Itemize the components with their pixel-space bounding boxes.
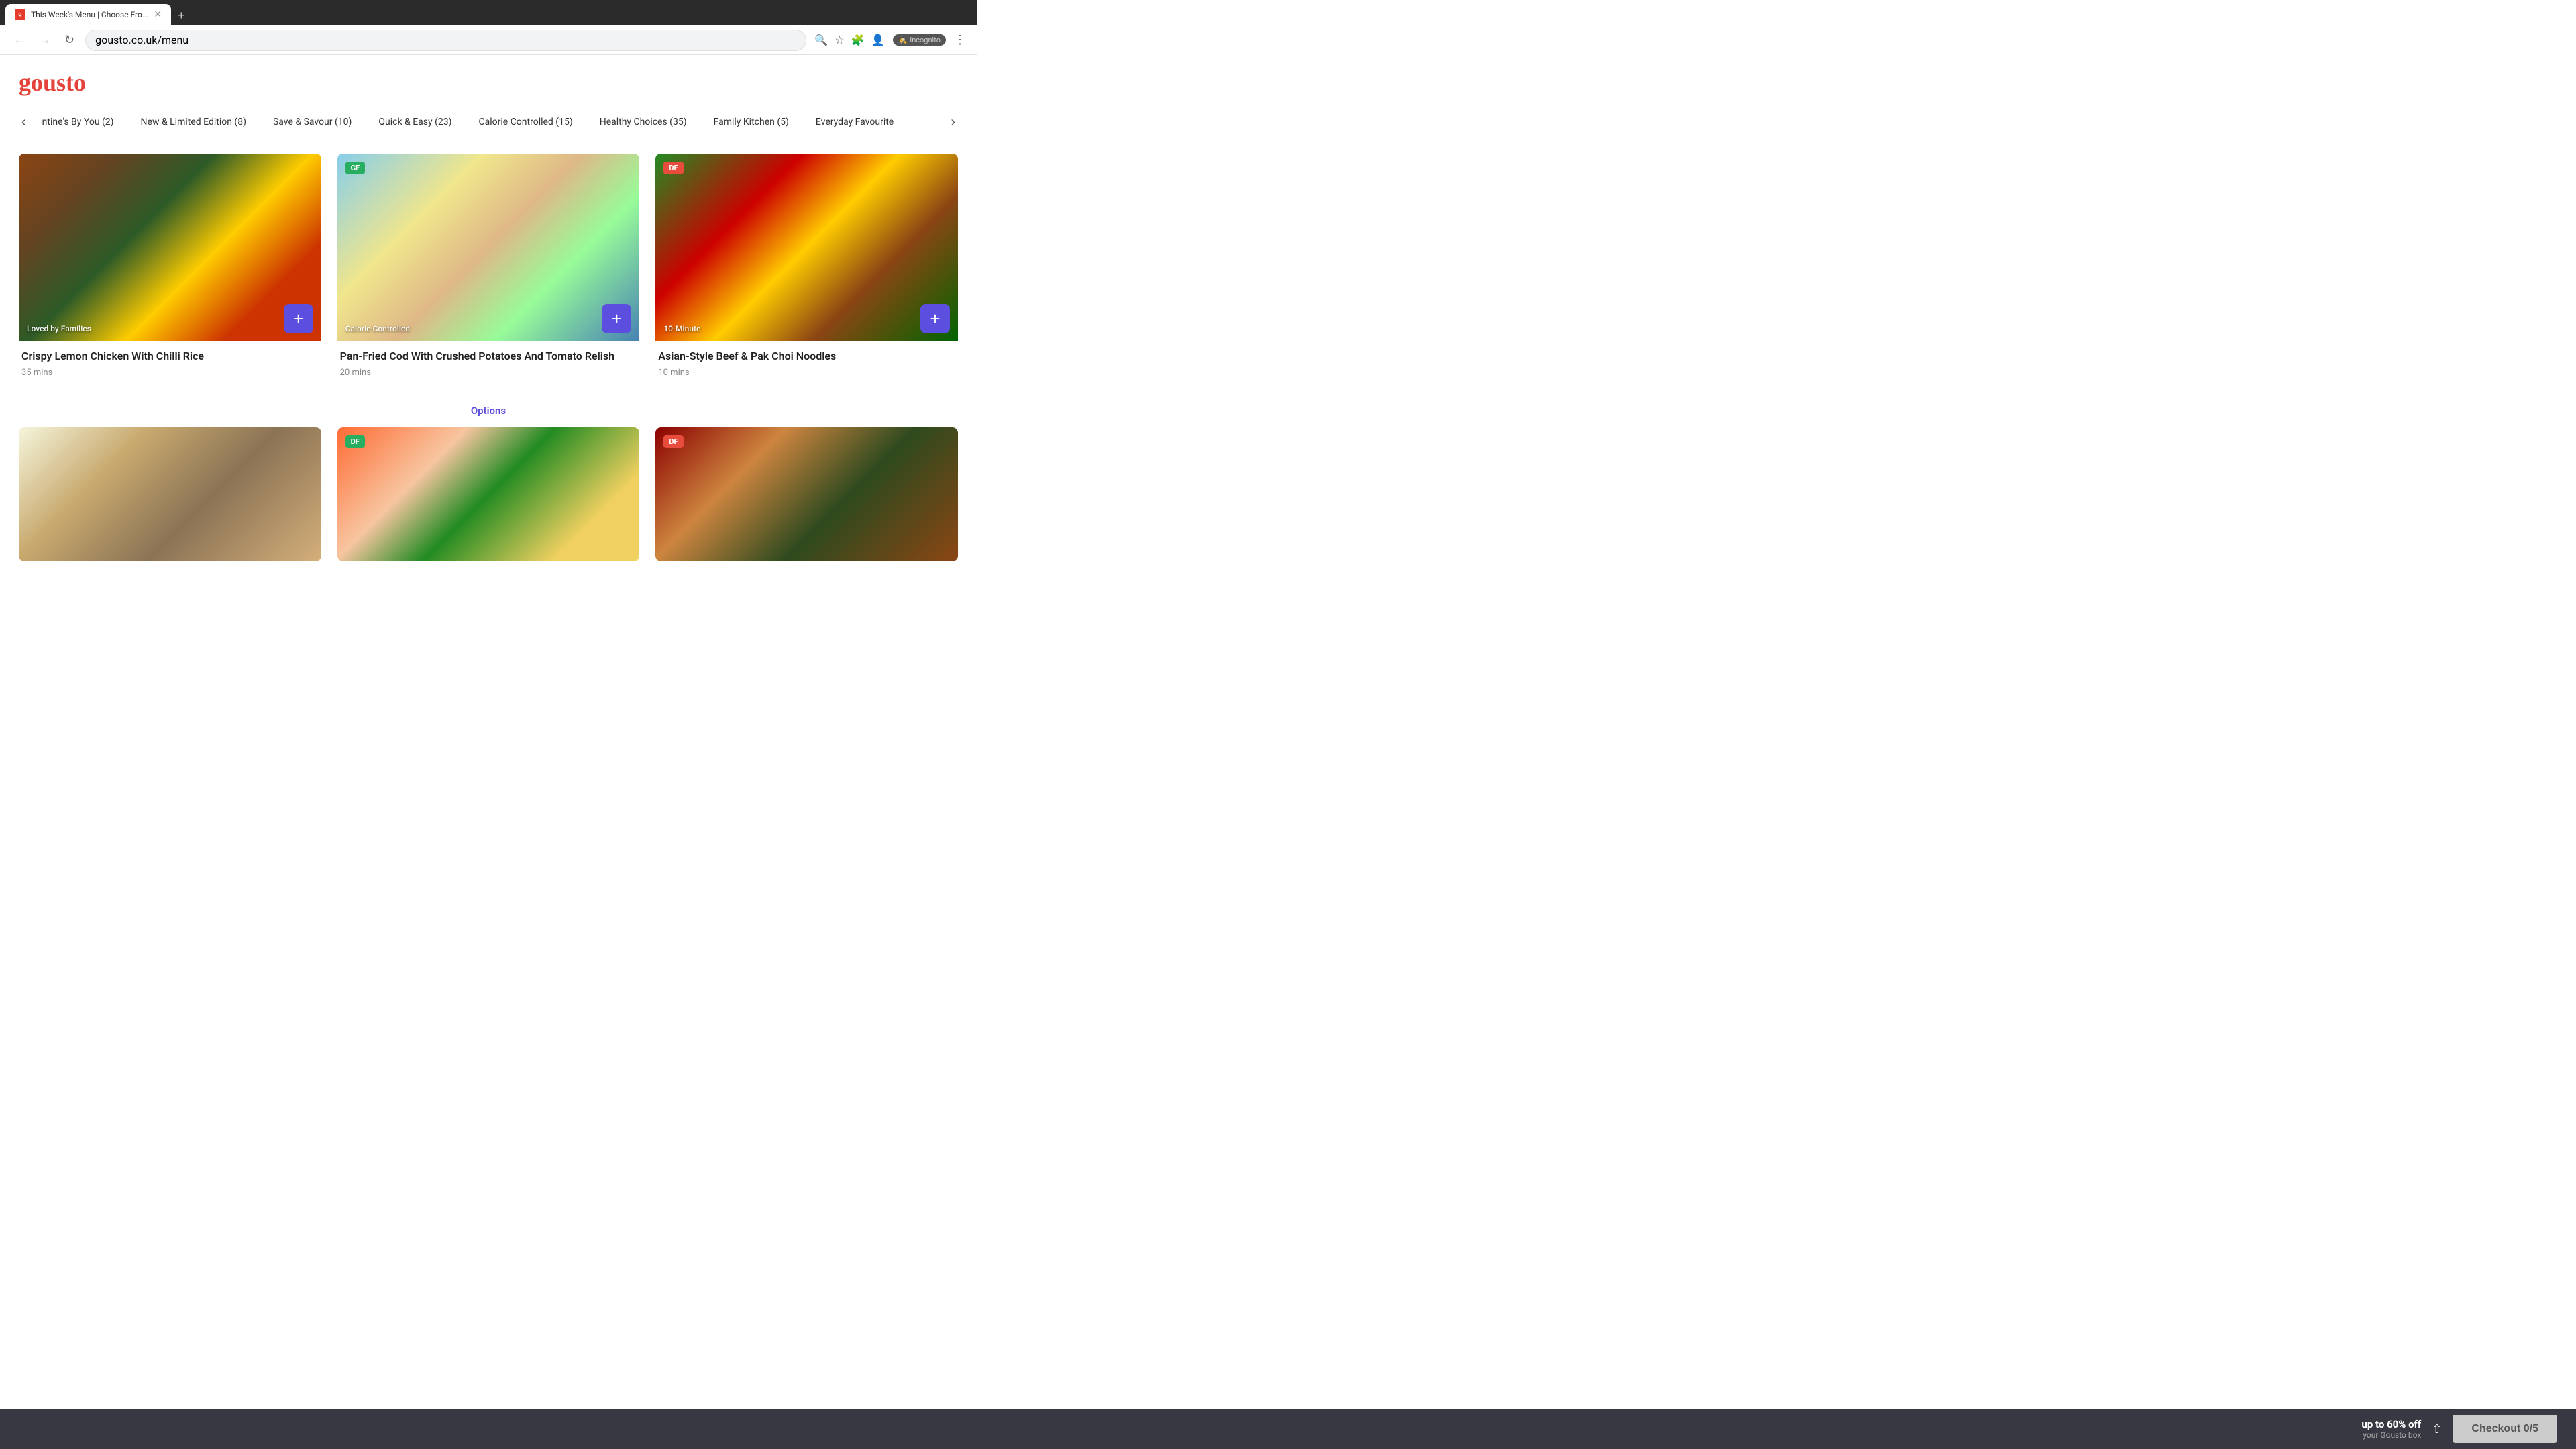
badge-df-5: DF [345, 435, 365, 448]
badge-gf-2: GF [345, 162, 366, 174]
logo[interactable]: gousto [19, 68, 958, 97]
tab-bar: g This Week's Menu | Choose Fro... ✕ + [0, 0, 977, 25]
bottom-card-image-1 [19, 427, 321, 561]
bottom-card-image-3: DF [655, 427, 958, 561]
badge-df-6: DF [663, 435, 683, 448]
bottom-cards-grid: DF DF [0, 427, 977, 561]
site-header: gousto [0, 55, 977, 105]
meal-info-2: Pan-Fried Cod With Crushed Potatoes And … [337, 341, 640, 383]
add-meal-button-2[interactable]: + [602, 304, 631, 333]
menu-icon[interactable]: ⋮ [954, 33, 966, 47]
tab-close-button[interactable]: ✕ [154, 9, 162, 20]
category-quick-easy[interactable]: Quick & Easy (23) [365, 107, 465, 138]
category-family[interactable]: Family Kitchen (5) [700, 107, 802, 138]
meal-card-2[interactable]: GF Calorie Controlled + Pan-Fried Cod Wi… [337, 154, 640, 383]
cart-count-value: 0/5 [2524, 1423, 2538, 1434]
address-bar: ← → ↻ gousto.co.uk/menu 🔍 ☆ 🧩 👤 🕵 Incogn… [0, 25, 977, 55]
extensions-icon[interactable]: 🧩 [851, 34, 865, 46]
page-content: gousto ‹ ntine's By You (2) New & Limite… [0, 55, 977, 561]
reload-button[interactable]: ↻ [62, 30, 77, 50]
back-button[interactable]: ← [11, 30, 28, 50]
meal-time-1: 35 mins [21, 368, 319, 378]
add-meal-button-3[interactable]: + [920, 304, 950, 333]
meal-title-2: Pan-Fried Cod With Crushed Potatoes And … [340, 350, 637, 364]
incognito-icon: 🕵 [898, 36, 908, 44]
bottom-card-3[interactable]: DF [655, 427, 958, 561]
add-meal-button-1[interactable]: + [284, 304, 313, 333]
discount-chevron-icon[interactable]: ⇧ [2432, 1422, 2442, 1436]
meal-card-image-2: GF Calorie Controlled + [337, 154, 640, 341]
meal-info-3: Asian-Style Beef & Pak Choi Noodles 10 m… [655, 341, 958, 383]
tab-title: This Week's Menu | Choose Fro... [31, 10, 148, 19]
browser-icons: 🔍 ☆ 🧩 👤 [814, 34, 884, 46]
meal-card-image-3: DF 10-Minute + [655, 154, 958, 341]
bottom-card-1[interactable] [19, 427, 321, 561]
checkout-bar: up to 60% off your Gousto box ⇧ Checkout… [0, 1409, 2576, 1449]
checkout-button[interactable]: Checkout 0/5 [2453, 1415, 2557, 1443]
discount-main-text: up to 60% off [2361, 1418, 2421, 1430]
meal-cards-grid: Loved by Families + Crispy Lemon Chicken… [19, 154, 958, 383]
cat-nav-right-arrow[interactable]: › [948, 105, 958, 140]
category-save-savour[interactable]: Save & Savour (10) [260, 107, 365, 138]
forward-button[interactable]: → [36, 30, 54, 50]
search-icon[interactable]: 🔍 [814, 34, 828, 46]
meal-card-1[interactable]: Loved by Families + Crispy Lemon Chicken… [19, 154, 321, 383]
bottom-card-image-2: DF [337, 427, 640, 561]
category-tag-2: Calorie Controlled [345, 324, 410, 333]
options-label[interactable]: Options [0, 396, 977, 427]
checkout-label: Checkout [2471, 1423, 2520, 1434]
category-tag-1: Loved by Families [27, 324, 91, 333]
meal-time-3: 10 mins [658, 368, 955, 378]
cat-nav-left-arrow[interactable]: ‹ [19, 105, 29, 140]
meal-time-2: 20 mins [340, 368, 637, 378]
incognito-badge: 🕵 Incognito [893, 34, 947, 46]
category-everyday[interactable]: Everyday Favourite [802, 107, 907, 138]
discount-sub-text: your Gousto box [2361, 1430, 2421, 1440]
profile-icon[interactable]: 👤 [871, 34, 885, 46]
url-text: gousto.co.uk/menu [95, 34, 189, 46]
url-bar[interactable]: gousto.co.uk/menu [85, 30, 806, 51]
new-tab-button[interactable]: + [172, 6, 191, 25]
meal-card-3[interactable]: DF 10-Minute + Asian-Style Beef & Pak Ch… [655, 154, 958, 383]
category-valentines[interactable]: ntine's By You (2) [29, 107, 127, 138]
category-healthy[interactable]: Healthy Choices (35) [586, 107, 700, 138]
meal-card-image-1: Loved by Families + [19, 154, 321, 341]
category-new-limited[interactable]: New & Limited Edition (8) [127, 107, 260, 138]
meal-info-1: Crispy Lemon Chicken With Chilli Rice 35… [19, 341, 321, 383]
meal-title-1: Crispy Lemon Chicken With Chilli Rice [21, 350, 319, 364]
category-nav: ‹ ntine's By You (2) New & Limited Editi… [0, 105, 977, 140]
tab-favicon: g [15, 9, 25, 20]
active-tab[interactable]: g This Week's Menu | Choose Fro... ✕ [5, 4, 171, 25]
badge-df-3: DF [663, 162, 683, 174]
discount-info: up to 60% off your Gousto box [2361, 1418, 2421, 1440]
bottom-card-2[interactable]: DF [337, 427, 640, 561]
meal-title-3: Asian-Style Beef & Pak Choi Noodles [658, 350, 955, 364]
category-calorie[interactable]: Calorie Controlled (15) [466, 107, 586, 138]
category-nav-items: ntine's By You (2) New & Limited Edition… [29, 107, 949, 138]
meal-cards-section: Loved by Families + Crispy Lemon Chicken… [0, 140, 977, 396]
bookmark-icon[interactable]: ☆ [835, 34, 844, 46]
category-tag-3: 10-Minute [663, 324, 700, 333]
